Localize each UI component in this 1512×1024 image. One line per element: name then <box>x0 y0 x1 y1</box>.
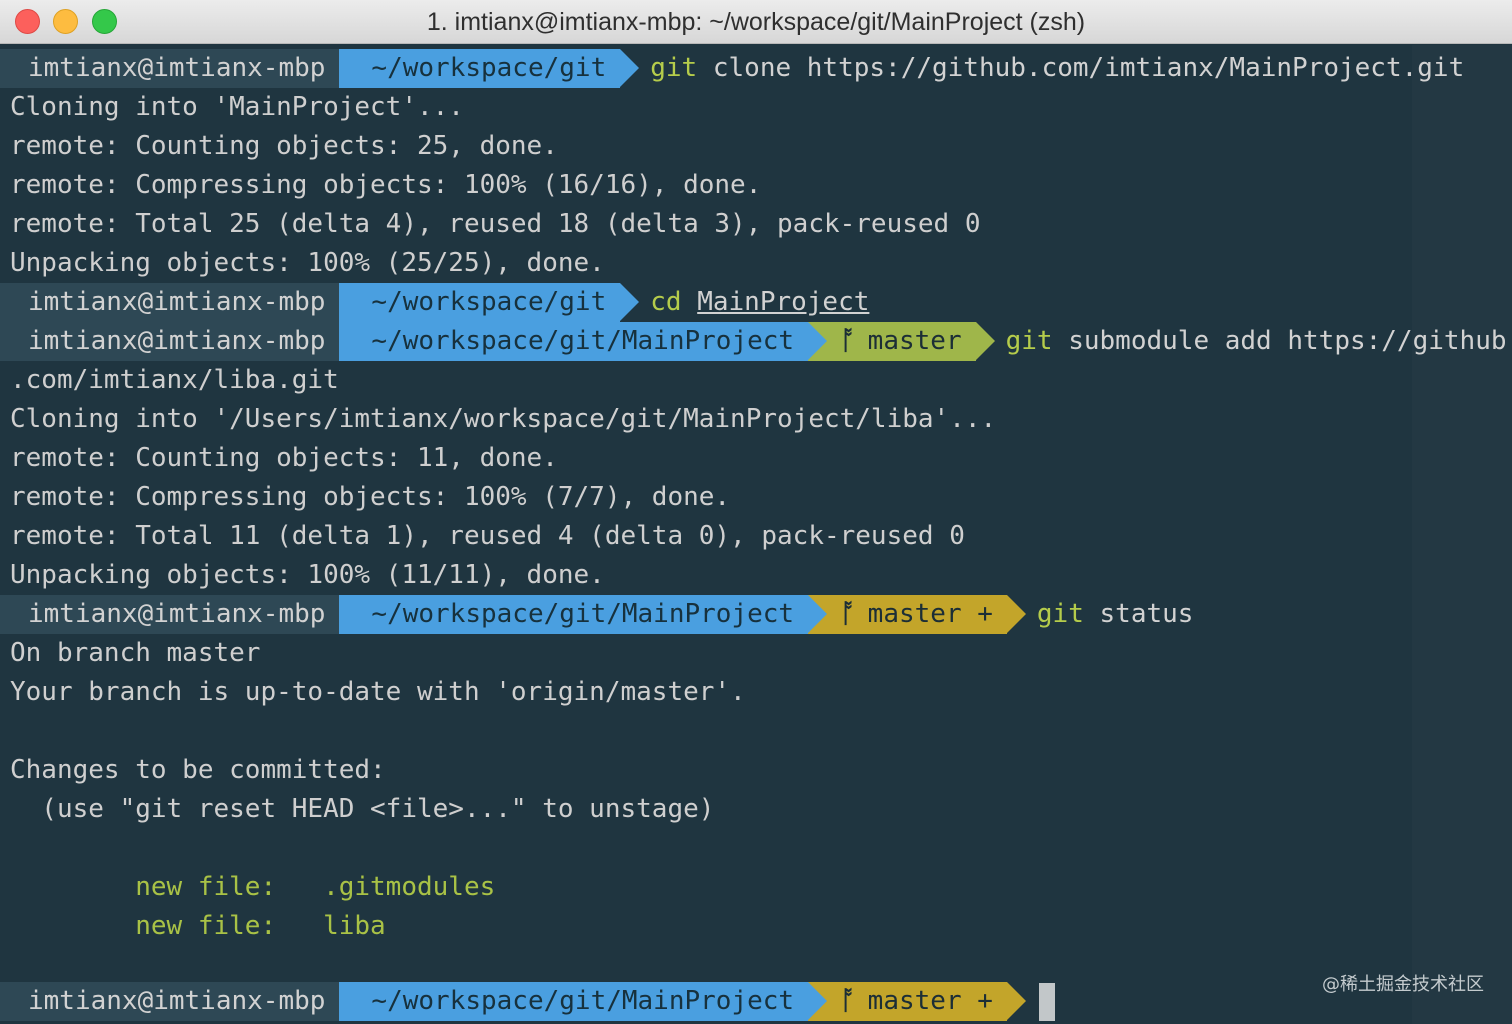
output-line: (use "git reset HEAD <file>..." to unsta… <box>10 794 715 824</box>
prompt-line: imtianx@imtianx-mbp ~/workspace/git/Main… <box>0 982 1055 1021</box>
output-line: .com/imtianx/liba.git <box>10 365 339 395</box>
output-line: Changes to be committed: <box>10 755 386 785</box>
terminal-content[interactable]: imtianx@imtianx-mbp ~/workspace/git git … <box>0 45 1512 1024</box>
prompt-path: ~/workspace/git/MainProject <box>339 982 828 1021</box>
output-line: Cloning into '/Users/imtianx/workspace/g… <box>10 404 997 434</box>
output-line: remote: Total 11 (delta 1), reused 4 (de… <box>10 521 965 551</box>
prompt-line: imtianx@imtianx-mbp ~/workspace/git cd M… <box>0 283 869 322</box>
output-line: Unpacking objects: 100% (11/11), done. <box>10 560 605 590</box>
git-branch-icon: ᚩ <box>840 986 856 1016</box>
command-text: git status <box>1036 599 1194 629</box>
git-branch-icon: ᚩ <box>840 326 856 356</box>
output-line: remote: Counting objects: 11, done. <box>10 443 558 473</box>
git-branch-icon: ᚩ <box>840 599 856 629</box>
command-text: cd MainProject <box>650 287 870 317</box>
prompt-path: ~/workspace/git <box>339 49 640 88</box>
staged-file-line: new file: .gitmodules <box>10 872 496 902</box>
prompt-user: imtianx@imtianx-mbp <box>0 283 340 322</box>
prompt-path: ~/workspace/git <box>339 283 640 322</box>
watermark: @稀土掘金技术社区 <box>1322 974 1484 995</box>
prompt-user: imtianx@imtianx-mbp <box>0 982 340 1021</box>
output-line: remote: Counting objects: 25, done. <box>10 131 558 161</box>
staged-file-line: new file: liba <box>10 911 386 941</box>
powerline-arrow <box>1006 595 1026 633</box>
prompt-user: imtianx@imtianx-mbp <box>0 595 340 634</box>
output-line: remote: Total 25 (delta 4), reused 18 (d… <box>10 209 981 239</box>
powerline-arrow <box>808 982 828 1020</box>
terminal-cursor[interactable] <box>1038 982 1055 1021</box>
title-bar: 1. imtianx@imtianx-mbp: ~/workspace/git/… <box>0 0 1512 44</box>
terminal-window: 1. imtianx@imtianx-mbp: ~/workspace/git/… <box>0 0 1512 1024</box>
prompt-branch: ᚩ master + <box>808 982 1026 1021</box>
prompt-path: ~/workspace/git/MainProject <box>339 595 828 634</box>
prompt-line: imtianx@imtianx-mbp ~/workspace/git/Main… <box>0 322 1507 361</box>
prompt-user: imtianx@imtianx-mbp <box>0 322 340 361</box>
prompt-branch: ᚩ master + <box>808 595 1026 634</box>
output-line: remote: Compressing objects: 100% (7/7),… <box>10 482 731 512</box>
command-text: git clone https://github.com/imtianx/Mai… <box>650 53 1465 83</box>
prompt-path: ~/workspace/git/MainProject <box>339 322 828 361</box>
powerline-arrow <box>808 322 828 360</box>
prompt-line: imtianx@imtianx-mbp ~/workspace/git git … <box>0 49 1464 88</box>
output-line: remote: Compressing objects: 100% (16/16… <box>10 170 762 200</box>
output-line: Cloning into 'MainProject'... <box>10 92 464 122</box>
command-text: git submodule add https://github <box>1005 326 1507 356</box>
prompt-user: imtianx@imtianx-mbp <box>0 49 340 88</box>
powerline-arrow <box>975 322 995 360</box>
output-line: Your branch is up-to-date with 'origin/m… <box>10 677 746 707</box>
powerline-arrow <box>620 283 640 321</box>
powerline-arrow <box>808 595 828 633</box>
powerline-arrow <box>1006 982 1026 1020</box>
prompt-branch: ᚩ master <box>808 322 995 361</box>
prompt-line: imtianx@imtianx-mbp ~/workspace/git/Main… <box>0 595 1193 634</box>
window-title: 1. imtianx@imtianx-mbp: ~/workspace/git/… <box>426 8 1086 36</box>
powerline-arrow <box>620 49 640 87</box>
output-line: On branch master <box>10 638 261 668</box>
output-line: Unpacking objects: 100% (25/25), done. <box>10 248 605 278</box>
